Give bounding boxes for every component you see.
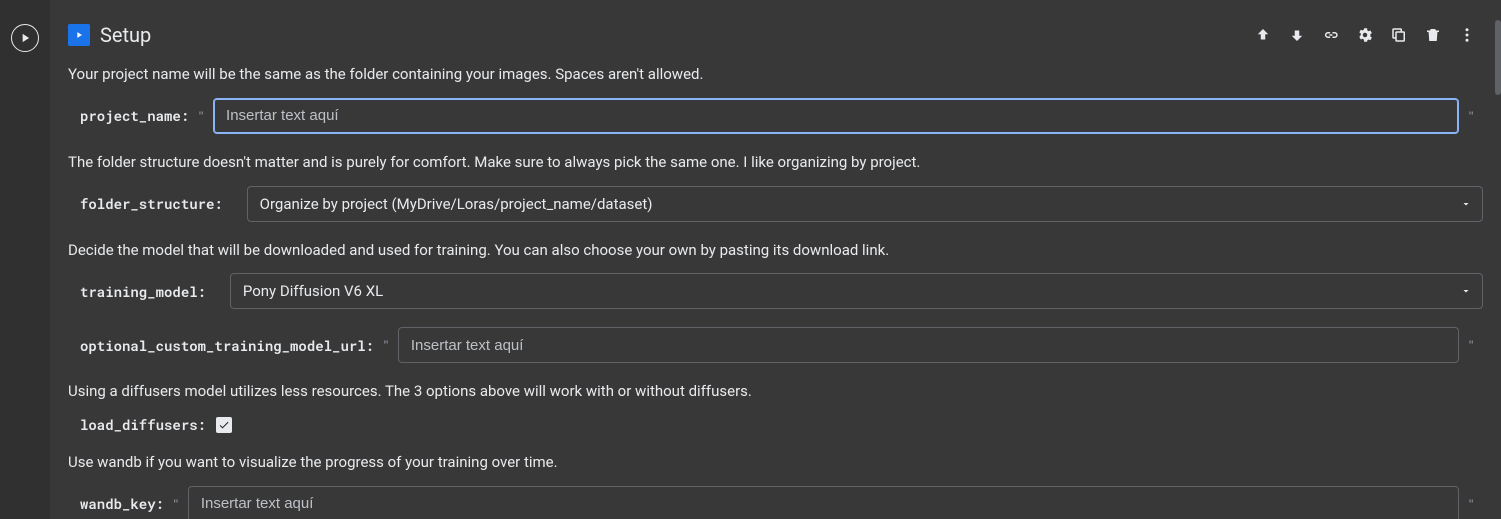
cell-main: Setup	[50, 0, 1501, 519]
wandb-key-label: wandb_key:	[80, 494, 164, 513]
project-name-input[interactable]	[213, 98, 1459, 134]
move-cell-down-button[interactable]	[1287, 25, 1307, 45]
folder-structure-row: folder_structure: " Organize by project …	[68, 186, 1483, 222]
mirror-cell-button[interactable]	[1389, 25, 1409, 45]
training-model-value: Pony Diffusion V6 XL	[243, 282, 383, 300]
run-cell-button[interactable]	[11, 24, 39, 52]
arrow-up-icon	[1254, 26, 1272, 44]
cell-settings-button[interactable]	[1355, 25, 1375, 45]
wandb-key-input[interactable]	[188, 486, 1459, 519]
move-cell-up-button[interactable]	[1253, 25, 1273, 45]
quote-mark: "	[1459, 336, 1483, 354]
quote-mark: "	[189, 107, 213, 125]
quote-mark: "	[1459, 107, 1483, 125]
trash-icon	[1424, 26, 1442, 44]
training-model-label: training_model:	[80, 282, 206, 301]
project-name-description: Your project name will be the same as th…	[68, 64, 1483, 86]
cell-gutter	[0, 0, 50, 519]
arrow-down-icon	[1288, 26, 1306, 44]
folder-structure-label: folder_structure:	[80, 194, 223, 213]
folder-structure-description: The folder structure doesn't matter and …	[68, 152, 1483, 174]
section-title: Setup	[100, 23, 151, 47]
quote-mark: "	[164, 495, 188, 513]
wandb-key-row: wandb_key: " "	[68, 486, 1483, 519]
load-diffusers-description: Using a diffusers model utilizes less re…	[68, 381, 1483, 403]
cell-header: Setup	[68, 20, 1483, 50]
link-cell-button[interactable]	[1321, 25, 1341, 45]
load-diffusers-label: load_diffusers:	[80, 415, 206, 434]
quote-mark: "	[1459, 495, 1483, 513]
chevron-down-icon	[1460, 198, 1472, 210]
gear-icon	[1356, 26, 1374, 44]
custom-model-url-label: optional_custom_training_model_url:	[80, 336, 374, 355]
more-actions-button[interactable]	[1457, 25, 1477, 45]
more-vert-icon	[1458, 26, 1476, 44]
project-name-row: project_name: " "	[68, 98, 1483, 134]
folder-structure-value: Organize by project (MyDrive/Loras/proje…	[260, 195, 653, 213]
check-icon	[218, 419, 230, 431]
section-toggle-button[interactable]	[68, 24, 90, 46]
mirror-icon	[1390, 26, 1408, 44]
chevron-down-icon	[1460, 285, 1472, 297]
delete-cell-button[interactable]	[1423, 25, 1443, 45]
cell-toolbar	[1253, 25, 1483, 45]
load-diffusers-row: load_diffusers:	[68, 415, 1483, 434]
link-icon	[1322, 26, 1340, 44]
custom-model-url-row: optional_custom_training_model_url: " "	[68, 327, 1483, 363]
play-icon	[74, 30, 84, 40]
training-model-description: Decide the model that will be downloaded…	[68, 240, 1483, 262]
play-outline-icon	[18, 31, 32, 45]
scrollbar-thumb[interactable]	[1495, 20, 1501, 95]
training-model-select[interactable]: Pony Diffusion V6 XL	[230, 273, 1483, 309]
custom-model-url-input[interactable]	[398, 327, 1459, 363]
wandb-key-description: Use wandb if you want to visualize the p…	[68, 452, 1483, 474]
project-name-label: project_name:	[80, 106, 189, 125]
training-model-row: training_model: " Pony Diffusion V6 XL	[68, 273, 1483, 309]
folder-structure-select[interactable]: Organize by project (MyDrive/Loras/proje…	[247, 186, 1483, 222]
quote-mark: "	[374, 336, 398, 354]
load-diffusers-checkbox[interactable]	[216, 417, 232, 433]
